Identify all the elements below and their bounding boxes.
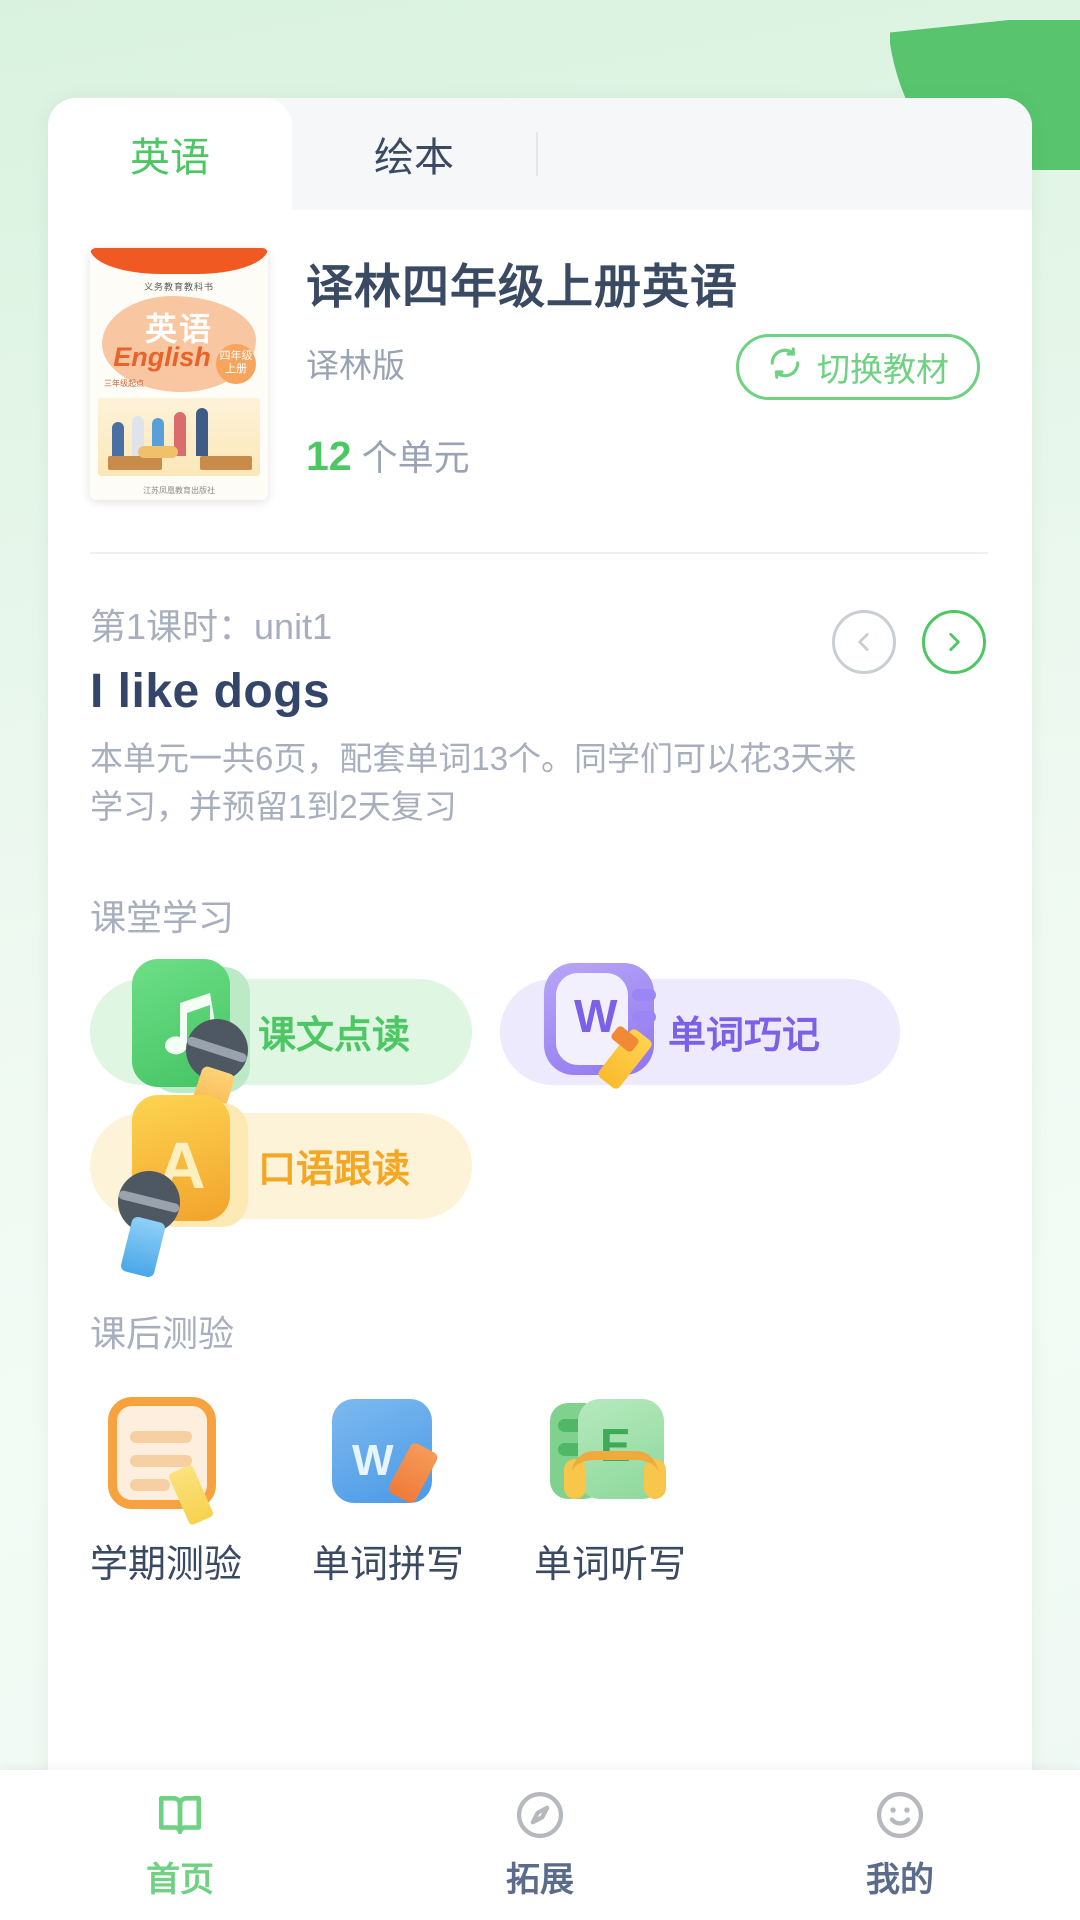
classroom-item-label: 课文点读 (258, 1015, 411, 1058)
nav-item-label: 我的 (866, 1861, 934, 1899)
quiz-section-title: 课后测验 (90, 1312, 235, 1354)
bottom-navigation: 首页 拓展 我的 (0, 1770, 1080, 1920)
classroom-item-word-memory[interactable]: W 单词巧记 (500, 962, 900, 1091)
book-row: 义务教育教科书 英语 English 四年级 上册 三年级起点 江苏凤凰教育出版社 (48, 210, 1032, 500)
word-card-pencil-icon: W (524, 945, 666, 1095)
notebook-pencil-icon (104, 1393, 226, 1526)
tab-strip: 英语 绘本 (48, 98, 1032, 210)
lesson-block: 第1课时：unit1 I like dogs 本单元一共6页，配套单词13个。同… (48, 554, 1032, 831)
quiz-item-label: 单词拼写 (312, 1543, 465, 1586)
unit-count-suffix: 个单元 (361, 437, 470, 478)
classroom-row-2: A 口语跟读 (48, 1094, 1032, 1278)
word-eraser-icon: W (326, 1393, 448, 1515)
quiz-item-label: 单词听写 (534, 1543, 687, 1586)
quiz-item-word-spelling[interactable]: W 单词拼写 (312, 1393, 465, 1588)
main-card: 英语 绘本 义务教育教科书 英语 English 四年级 上册 三年级起点 江苏… (48, 98, 1032, 1798)
smiley-face-icon (720, 1784, 1080, 1846)
unit-count-value: 12 (306, 433, 352, 479)
nav-item-home[interactable]: 首页 (0, 1784, 360, 1901)
classroom-items: 课文点读 W 单词巧记 A 口语跟读 (48, 941, 1032, 1278)
classroom-section-title: 课堂学习 (90, 896, 235, 938)
tab-picturebook-label: 绘本 (374, 136, 454, 180)
cover-footer: 江苏凤凰教育出版社 (143, 486, 215, 495)
nav-item-mine[interactable]: 我的 (720, 1784, 1080, 1901)
cover-publisher-line: 义务教育教科书 (143, 282, 214, 292)
lesson-next-button[interactable] (922, 610, 986, 674)
classroom-row-1: 课文点读 W 单词巧记 (48, 958, 1032, 1129)
refresh-icon (767, 345, 803, 389)
tab-english-label: 英语 (130, 136, 210, 180)
switch-textbook-button[interactable]: 切换教材 (736, 334, 980, 400)
cover-grade-badge: 四年级 上册 (216, 344, 256, 384)
cover-subtitle: 三年级起点 (104, 379, 144, 388)
cover-title-en: English (113, 342, 211, 372)
lesson-prev-button[interactable] (832, 610, 896, 674)
book-meta: 译林四年级上册英语 译林版 切换教材 12 个单元 (268, 248, 980, 500)
book-title: 译林四年级上册英语 (306, 260, 738, 313)
chevron-right-icon (949, 633, 960, 651)
lesson-description: 本单元一共6页，配套单词13个。同学们可以花3天来学习，并预留1到2天复习 (90, 740, 857, 825)
chevron-left-icon (858, 633, 869, 651)
classroom-item-label: 单词巧记 (668, 1015, 821, 1058)
tab-english[interactable]: 英语 (48, 98, 292, 210)
letter-e-headphone-icon: E (548, 1393, 670, 1515)
app-screen: 英语 绘本 义务教育教科书 英语 English 四年级 上册 三年级起点 江苏… (0, 0, 1080, 1920)
classroom-item-speaking[interactable]: A 口语跟读 (90, 1094, 472, 1278)
quiz-item-term-test[interactable]: 学期测验 (90, 1393, 243, 1588)
compass-icon (360, 1784, 720, 1846)
cover-photo (98, 398, 260, 476)
nav-item-label: 首页 (146, 1861, 214, 1899)
classroom-item-text-reading[interactable]: 课文点读 (90, 958, 472, 1129)
unit-count-line: 12 个单元 (306, 429, 980, 481)
classroom-item-label: 口语跟读 (258, 1149, 411, 1192)
tab-picturebook[interactable]: 绘本 (292, 98, 536, 210)
nav-item-label: 拓展 (506, 1861, 574, 1899)
book-cover-image[interactable]: 义务教育教科书 英语 English 四年级 上册 三年级起点 江苏凤凰教育出版社 (90, 248, 268, 500)
tab-divider (536, 132, 538, 176)
quiz-items: 学期测验 W 单词拼写 E 单词听写 (48, 1357, 1032, 1588)
open-book-icon (0, 1784, 360, 1846)
quiz-item-label: 学期测验 (90, 1543, 243, 1586)
lesson-nav (832, 610, 986, 674)
switch-textbook-label: 切换教材 (817, 351, 949, 388)
nav-item-explore[interactable]: 拓展 (360, 1784, 720, 1901)
quiz-item-word-dictation[interactable]: E 单词听写 (534, 1393, 687, 1588)
music-book-mic-icon (114, 945, 256, 1129)
letter-a-mic-icon: A (114, 1079, 256, 1278)
cover-top-band (90, 248, 268, 274)
